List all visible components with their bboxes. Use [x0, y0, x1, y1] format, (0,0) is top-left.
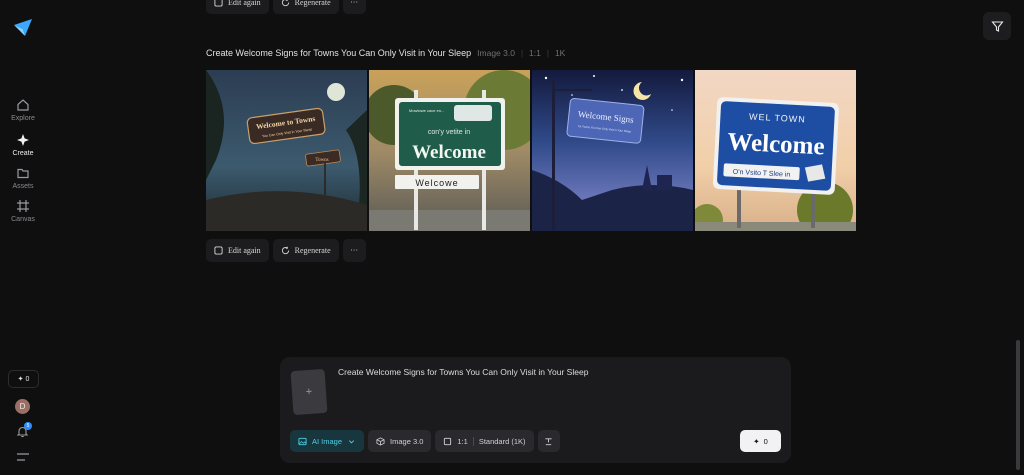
credits-counter[interactable]: ✦ 0 [8, 370, 39, 388]
generation-model: Image 3.0 [477, 48, 515, 58]
sidebar-item-label: Canvas [11, 216, 35, 223]
plus-icon: + [305, 385, 313, 399]
image-mode-icon [298, 437, 307, 445]
sidebar-item-label: Explore [11, 115, 35, 122]
regenerate-button[interactable]: Regenerate [272, 0, 339, 14]
more-options-button[interactable]: ··· [342, 0, 366, 14]
sidebar-item-label: Assets [12, 183, 34, 190]
sidebar-item-create[interactable]: Create [0, 133, 46, 157]
sign-text-top: Mowtowe cace en... [409, 108, 444, 113]
sidebar: Explore Create Assets Canvas ✦ 0 D 5 [0, 0, 46, 475]
sign-text-small: Welcowe [415, 178, 458, 188]
scrollbar[interactable] [1016, 340, 1020, 470]
generation-resolution: 1K [554, 48, 566, 58]
previous-action-bar: Edit again Regenerate ··· [206, 0, 366, 14]
canvas-frame-icon [17, 200, 29, 212]
generated-image-1[interactable]: Welcome to Towns You Can Only Visit in Y… [206, 70, 367, 231]
prompt-toolbar: AI Image Image 3.0 1:1 Standard (1K) [290, 430, 560, 452]
mode-select[interactable]: AI Image [290, 430, 365, 452]
sidebar-item-explore[interactable]: Explore [0, 98, 46, 122]
prompt-input[interactable]: Create Welcome Signs for Towns You Can O… [338, 367, 588, 377]
notification-badge: 5 [24, 422, 32, 430]
image-grid: Welcome to Towns You Can Only Visit in Y… [206, 70, 856, 231]
home-icon [17, 99, 29, 111]
sign-text-welcome: Welcome [412, 142, 486, 163]
generation-ratio: 1:1 [529, 48, 541, 58]
more-options-button[interactable]: ··· [342, 239, 366, 262]
sidebar-item-canvas[interactable]: Canvas [0, 199, 46, 223]
folder-icon [17, 168, 29, 179]
aspect-ratio-icon [444, 437, 452, 445]
generated-image-3[interactable]: Welcome Signs for Towns You Can Only Vis… [532, 70, 693, 231]
edit-icon [214, 246, 223, 255]
prompt-panel: + Create Welcome Signs for Towns You Can… [280, 357, 791, 463]
regenerate-button[interactable]: Regenerate [272, 239, 339, 262]
app-logo[interactable] [12, 16, 34, 38]
text-format-icon [545, 437, 552, 445]
sidebar-item-label: Create [12, 150, 34, 157]
sign-text-main: con'y vetite in [428, 129, 470, 136]
image-action-bar: Edit again Regenerate ··· [206, 239, 366, 262]
sparkle-icon: ✦ [17, 376, 24, 383]
edit-again-button[interactable]: Edit again [206, 0, 269, 14]
menu-icon[interactable] [16, 452, 30, 462]
generate-button[interactable]: ✦ 0 [740, 430, 781, 452]
generation-title: Create Welcome Signs for Towns You Can O… [206, 48, 472, 58]
sparkle-icon: ✦ [753, 436, 760, 446]
sparkle-icon [17, 134, 29, 146]
credits-value: 0 [25, 375, 30, 383]
generated-image-2[interactable]: Mowtowe cace en... con'y vetite in Welco… [369, 70, 530, 231]
refresh-icon [281, 0, 289, 7]
generated-image-4[interactable]: WEL TOWN Welcome O'n Vsito T Slee in [695, 70, 856, 231]
chevron-down-icon [348, 439, 355, 443]
ratio-quality-select[interactable]: 1:1 Standard (1K) [435, 430, 534, 452]
sidebar-item-assets[interactable]: Assets [0, 166, 46, 190]
filter-button[interactable] [983, 12, 1011, 40]
refresh-icon [281, 246, 289, 255]
filter-icon [990, 20, 1004, 32]
edit-again-button[interactable]: Edit again [206, 239, 269, 262]
generation-header: Create Welcome Signs for Towns You Can O… [206, 48, 566, 58]
model-select[interactable]: Image 3.0 [368, 430, 432, 452]
edit-icon [214, 0, 223, 7]
sign-text-small: Towns [315, 158, 328, 163]
cube-icon [376, 436, 385, 446]
reference-image-upload[interactable]: + [290, 368, 328, 416]
sign-text-welcome: Welcome [727, 128, 825, 160]
text-settings-button[interactable] [537, 430, 560, 452]
avatar[interactable]: D [15, 399, 30, 414]
